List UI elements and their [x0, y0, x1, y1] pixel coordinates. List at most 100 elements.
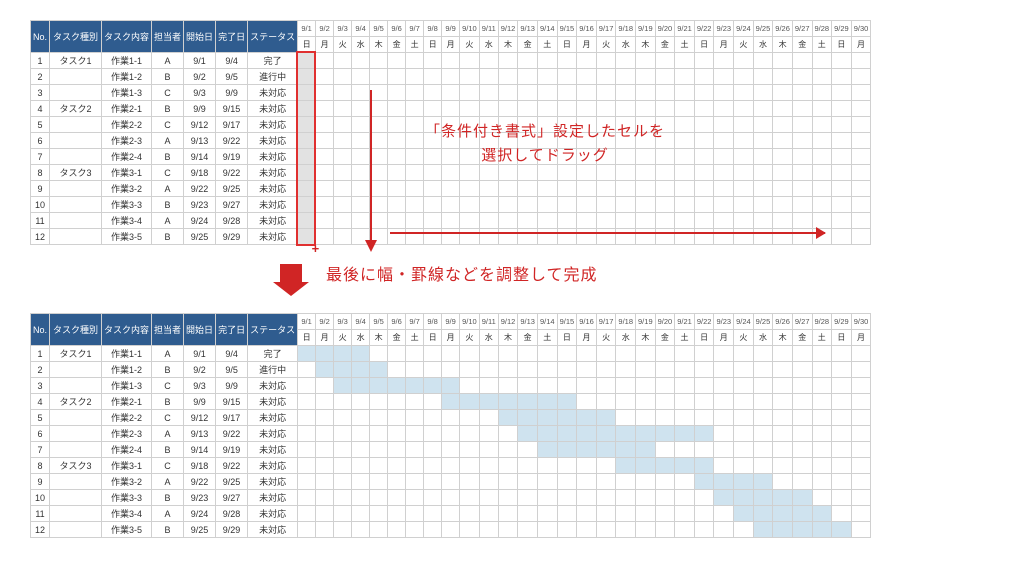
gantt-cell: [616, 165, 636, 181]
gantt-cell: [792, 378, 812, 394]
date-header: 9/14: [537, 21, 557, 37]
cell-cat: [50, 181, 102, 197]
gantt-cell: [557, 149, 577, 165]
gantt-cell: [460, 117, 480, 133]
gantt-cell: [518, 85, 538, 101]
gantt-cell: [537, 458, 557, 474]
cell-cat: [50, 474, 102, 490]
gantt-cell: [792, 362, 812, 378]
gantt-cell: [812, 458, 832, 474]
date-header: 9/13: [518, 314, 538, 330]
date-header: 9/8: [424, 21, 442, 37]
gantt-cell: [479, 346, 498, 362]
cell-st: 未対応: [248, 394, 298, 410]
gantt-cell: [714, 442, 734, 458]
gantt-cell: [812, 85, 832, 101]
gantt-cell: [734, 362, 754, 378]
gantt-cell: [460, 442, 480, 458]
gantt-cell: [773, 85, 793, 101]
gantt-cell: [812, 490, 832, 506]
gantt-cell: [298, 394, 316, 410]
gantt-cell: [537, 442, 557, 458]
gantt-cell: [316, 490, 334, 506]
cell-e: 9/29: [216, 229, 248, 245]
date-header: 9/2: [316, 21, 334, 37]
gantt-cell: [596, 69, 616, 85]
gantt-cell: [298, 69, 316, 85]
dow-header: 土: [537, 330, 557, 346]
gantt-cell: [316, 149, 334, 165]
gantt-cell: [460, 229, 480, 245]
cell-s: 9/22: [184, 181, 216, 197]
gantt-cell: [388, 101, 406, 117]
header-status: ステータス: [248, 314, 298, 346]
gantt-cell: [675, 474, 695, 490]
gantt-cell: [442, 394, 460, 410]
cell-no: 2: [31, 69, 50, 85]
gantt-cell: [352, 426, 370, 442]
gantt-cell: [442, 490, 460, 506]
dow-header: 日: [832, 37, 852, 53]
cell-p: B: [152, 101, 184, 117]
gantt-cell: [577, 101, 597, 117]
gantt-cell: [479, 410, 498, 426]
gantt-cell: [316, 117, 334, 133]
gantt-cell: [734, 101, 754, 117]
gantt-cell: [479, 165, 498, 181]
table-row: 2作業1-2B9/29/5進行中: [31, 69, 871, 85]
gantt-cell: [442, 85, 460, 101]
gantt-cell: [636, 229, 656, 245]
gantt-cell: [636, 69, 656, 85]
cell-cat: [50, 426, 102, 442]
gantt-cell: [616, 69, 636, 85]
gantt-cell: [812, 522, 832, 538]
gantt-cell: [498, 346, 518, 362]
gantt-cell: [460, 101, 480, 117]
dow-header: 金: [388, 37, 406, 53]
gantt-cell: [460, 53, 480, 69]
date-header: 9/8: [424, 314, 442, 330]
dow-header: 月: [442, 37, 460, 53]
gantt-cell: [577, 522, 597, 538]
gantt-cell: [675, 346, 695, 362]
gantt-cell: [518, 53, 538, 69]
gantt-cell: [851, 165, 871, 181]
gantt-cell: [442, 522, 460, 538]
gantt-cell: [537, 378, 557, 394]
gantt-cell: [577, 85, 597, 101]
cell-s: 9/2: [184, 69, 216, 85]
gantt-cell: [498, 426, 518, 442]
date-header: 9/17: [596, 21, 616, 37]
gantt-cell: [655, 149, 675, 165]
gantt-cell: [734, 53, 754, 69]
gantt-cell: [388, 69, 406, 85]
gantt-cell: [537, 229, 557, 245]
gantt-cell: [694, 474, 714, 490]
gantt-cell: [442, 346, 460, 362]
gantt-cell: [734, 229, 754, 245]
table-row: 7作業2-4B9/149/19未対応: [31, 149, 871, 165]
gantt-cell: [518, 522, 538, 538]
gantt-cell: [596, 474, 616, 490]
table-row: 11作業3-4A9/249/28未対応: [31, 506, 871, 522]
date-header: 9/28: [812, 314, 832, 330]
cell-e: 9/9: [216, 85, 248, 101]
gantt-cell: [577, 197, 597, 213]
gantt-cell: [518, 410, 538, 426]
gantt-cell: [479, 522, 498, 538]
gantt-cell: [442, 117, 460, 133]
gantt-cell: [518, 506, 538, 522]
gantt-cell: [792, 181, 812, 197]
gantt-cell: [596, 149, 616, 165]
gantt-cell: [460, 69, 480, 85]
cell-no: 1: [31, 53, 50, 69]
gantt-cell: [460, 410, 480, 426]
gantt-cell: [498, 474, 518, 490]
gantt-cell: [518, 101, 538, 117]
cell-cat: タスク1: [50, 53, 102, 69]
table-row: 12作業3-5B9/259/29未対応: [31, 229, 871, 245]
cell-task: 作業2-2: [102, 410, 152, 426]
gantt-cell: [753, 362, 773, 378]
cell-no: 11: [31, 506, 50, 522]
gantt-cell: [352, 410, 370, 426]
